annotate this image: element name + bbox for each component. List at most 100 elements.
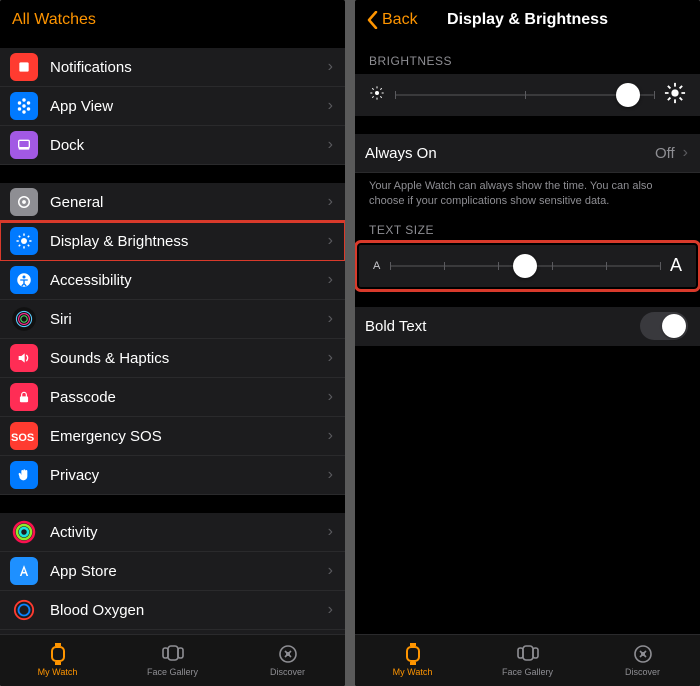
text-size-small-icon: A xyxy=(373,260,380,272)
tab-mywatch-label: My Watch xyxy=(38,667,78,677)
mywatch-icon xyxy=(405,644,421,664)
always-on-label: Always On xyxy=(365,145,655,162)
row-notifications-label: Notifications xyxy=(50,59,328,76)
chevron-right-icon: › xyxy=(328,349,333,367)
tab-discover-label: Discover xyxy=(625,667,660,677)
tab-bar: My Watch Face Gallery Discover xyxy=(355,634,700,686)
chevron-right-icon: › xyxy=(328,136,333,154)
all-watches-link[interactable]: All Watches xyxy=(12,11,96,29)
always-on-row[interactable]: Always On Off › xyxy=(355,134,700,173)
tab-discover-label: Discover xyxy=(270,667,305,677)
brightness-slider[interactable] xyxy=(395,94,654,96)
tab-discover[interactable]: Discover xyxy=(585,635,700,686)
row-sounds[interactable]: Sounds & Haptics › xyxy=(0,339,345,378)
sounds-icon xyxy=(10,344,38,372)
header: All Watches xyxy=(0,0,345,40)
row-siri[interactable]: Siri › xyxy=(0,300,345,339)
settings-screen-left: All Watches Notifications › App View › D… xyxy=(0,0,345,686)
chevron-left-icon xyxy=(367,11,378,29)
dock-icon xyxy=(10,131,38,159)
row-passcode[interactable]: Passcode › xyxy=(0,378,345,417)
row-appview-label: App View xyxy=(50,98,328,115)
text-size-large-icon: A xyxy=(670,255,682,276)
row-privacy-label: Privacy xyxy=(50,467,328,484)
chevron-right-icon: › xyxy=(328,271,333,289)
row-siri-label: Siri xyxy=(50,311,328,328)
bold-text-toggle[interactable] xyxy=(640,312,688,340)
chevron-right-icon: › xyxy=(328,466,333,484)
always-on-value: Off xyxy=(655,145,675,162)
sos-icon: SOS xyxy=(10,422,38,450)
row-bloodoxygen-label: Blood Oxygen xyxy=(50,602,328,619)
chevron-right-icon: › xyxy=(328,388,333,406)
text-size-slider-row: A A xyxy=(359,245,696,287)
gallery-icon xyxy=(517,644,539,664)
row-dock-label: Dock xyxy=(50,137,328,154)
row-accessibility-label: Accessibility xyxy=(50,272,328,289)
row-notifications[interactable]: Notifications › xyxy=(0,48,345,87)
row-appstore[interactable]: App Store › xyxy=(0,552,345,591)
chevron-right-icon: › xyxy=(328,310,333,328)
tab-gallery[interactable]: Face Gallery xyxy=(115,635,230,686)
header: Back Display & Brightness xyxy=(355,0,700,40)
row-display[interactable]: Display & Brightness › xyxy=(0,222,345,261)
row-display-label: Display & Brightness xyxy=(50,233,328,250)
chevron-right-icon: › xyxy=(328,232,333,250)
bold-text-label: Bold Text xyxy=(365,318,640,335)
chevron-right-icon: › xyxy=(328,427,333,445)
tab-mywatch-label: My Watch xyxy=(393,667,433,677)
row-bloodoxygen[interactable]: Blood Oxygen › xyxy=(0,591,345,630)
row-sounds-label: Sounds & Haptics xyxy=(50,350,328,367)
chevron-right-icon: › xyxy=(683,144,688,162)
settings-body: Notifications › App View › Dock › Genera… xyxy=(0,40,345,634)
chevron-right-icon: › xyxy=(328,193,333,211)
siri-icon xyxy=(10,305,38,333)
privacy-icon xyxy=(10,461,38,489)
row-general-label: General xyxy=(50,194,328,211)
tab-discover[interactable]: Discover xyxy=(230,635,345,686)
mywatch-icon xyxy=(50,644,66,664)
row-dock[interactable]: Dock › xyxy=(0,126,345,165)
tab-mywatch[interactable]: My Watch xyxy=(355,635,470,686)
passcode-icon xyxy=(10,383,38,411)
brightness-slider-row xyxy=(355,74,700,116)
row-sos-label: Emergency SOS xyxy=(50,428,328,445)
row-general[interactable]: General › xyxy=(0,183,345,222)
bloodoxygen-icon xyxy=(10,596,38,624)
chevron-right-icon: › xyxy=(328,523,333,541)
row-activity[interactable]: Activity › xyxy=(0,513,345,552)
row-activity-label: Activity xyxy=(50,524,328,541)
gallery-icon xyxy=(162,644,184,664)
chevron-right-icon: › xyxy=(328,97,333,115)
general-icon xyxy=(10,188,38,216)
row-appview[interactable]: App View › xyxy=(0,87,345,126)
discover-icon xyxy=(633,644,653,664)
row-privacy[interactable]: Privacy › xyxy=(0,456,345,495)
row-accessibility[interactable]: Accessibility › xyxy=(0,261,345,300)
chevron-right-icon: › xyxy=(328,601,333,619)
display-brightness-screen: Back Display & Brightness BRIGHTNESS Alw… xyxy=(355,0,700,686)
tab-bar: My Watch Face Gallery Discover xyxy=(0,634,345,686)
tab-gallery[interactable]: Face Gallery xyxy=(470,635,585,686)
always-on-description: Your Apple Watch can always show the tim… xyxy=(355,173,700,219)
accessibility-icon xyxy=(10,266,38,294)
back-button[interactable]: Back xyxy=(367,11,418,29)
brightness-high-icon xyxy=(664,82,686,109)
row-appstore-label: App Store xyxy=(50,563,328,580)
chevron-right-icon: › xyxy=(328,58,333,76)
row-sos[interactable]: SOS Emergency SOS › xyxy=(0,417,345,456)
appstore-icon xyxy=(10,557,38,585)
brightness-low-icon xyxy=(369,85,385,106)
text-size-slider[interactable] xyxy=(390,265,660,267)
discover-icon xyxy=(278,644,298,664)
brightness-section-label: BRIGHTNESS xyxy=(355,40,700,74)
appview-icon xyxy=(10,92,38,120)
row-breathe[interactable]: Breathe › xyxy=(0,630,345,634)
text-size-section-label: TEXT SIZE xyxy=(355,219,700,243)
svg-text:SOS: SOS xyxy=(11,432,34,444)
tab-gallery-label: Face Gallery xyxy=(147,667,198,677)
tab-mywatch[interactable]: My Watch xyxy=(0,635,115,686)
back-label: Back xyxy=(382,11,418,29)
tab-gallery-label: Face Gallery xyxy=(502,667,553,677)
display-body: BRIGHTNESS Always On Off › Your Apple Wa… xyxy=(355,40,700,634)
